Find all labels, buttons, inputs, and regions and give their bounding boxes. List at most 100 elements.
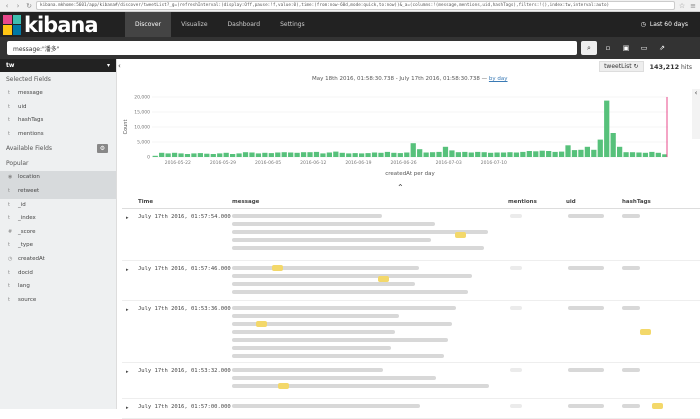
bar[interactable] xyxy=(404,152,410,158)
bar[interactable] xyxy=(320,153,326,157)
time-picker[interactable]: ◷ Last 60 days xyxy=(641,12,688,37)
table-row[interactable]: ▸ July 17th 2016, 01:53:36.000 xyxy=(122,301,700,363)
forward-icon[interactable]: › xyxy=(14,2,22,10)
bar[interactable] xyxy=(565,145,571,157)
bar[interactable] xyxy=(462,151,468,157)
chevron-up-icon[interactable]: ⌃ xyxy=(397,183,404,192)
field-score[interactable]: # _score xyxy=(0,226,116,240)
bar[interactable] xyxy=(449,150,455,157)
bar[interactable] xyxy=(365,153,371,157)
column-header[interactable]: Time xyxy=(134,199,228,205)
table-row[interactable]: ▸ July 17th 2016, 01:53:32.000 xyxy=(122,363,700,399)
bar[interactable] xyxy=(326,152,332,158)
expand-row-icon[interactable]: ▸ xyxy=(126,405,129,411)
table-row[interactable]: ▸ July 17th 2016, 01:57:46.000 xyxy=(122,261,700,301)
field-id[interactable]: t _id xyxy=(0,199,116,213)
search-input[interactable] xyxy=(7,41,577,55)
bar[interactable] xyxy=(552,151,558,157)
bar[interactable] xyxy=(526,151,532,157)
bar[interactable] xyxy=(300,152,307,157)
bar[interactable] xyxy=(500,152,507,158)
bar[interactable] xyxy=(623,152,629,157)
bar[interactable] xyxy=(558,151,565,157)
field-uid[interactable]: t uid xyxy=(0,101,116,115)
bar[interactable] xyxy=(604,100,610,157)
bar[interactable] xyxy=(352,153,358,157)
search-button[interactable]: ⌕ xyxy=(581,41,597,55)
interval-link[interactable]: by day xyxy=(489,76,508,82)
bar[interactable] xyxy=(578,149,584,157)
back-icon[interactable]: ‹ xyxy=(3,2,11,10)
bar[interactable] xyxy=(429,152,436,157)
bar[interactable] xyxy=(468,152,474,158)
bar[interactable] xyxy=(210,154,216,157)
collapse-sidebar-icon[interactable]: ‹ xyxy=(118,62,121,70)
field-index[interactable]: t _index xyxy=(0,212,116,226)
bar[interactable] xyxy=(242,152,249,157)
bar[interactable] xyxy=(481,152,487,157)
bar[interactable] xyxy=(378,152,384,157)
bar[interactable] xyxy=(397,153,403,157)
bar[interactable] xyxy=(359,153,365,157)
bar[interactable] xyxy=(507,152,513,157)
bar[interactable] xyxy=(178,153,184,157)
bar[interactable] xyxy=(571,150,578,157)
bar[interactable] xyxy=(217,153,223,157)
bar[interactable] xyxy=(442,146,449,157)
bar[interactable] xyxy=(171,152,178,157)
bar[interactable] xyxy=(191,153,197,157)
saved-search-title[interactable]: tweetList ↻ xyxy=(599,61,644,72)
field-type[interactable]: t _type xyxy=(0,239,116,253)
bar[interactable] xyxy=(494,152,500,158)
bar[interactable] xyxy=(649,151,655,157)
expand-row-icon[interactable]: ▸ xyxy=(126,267,129,273)
bar[interactable] xyxy=(197,153,203,157)
bar[interactable] xyxy=(262,152,268,157)
open-search-icon[interactable]: ▭ xyxy=(637,41,651,55)
bar[interactable] xyxy=(436,151,442,157)
bar[interactable] xyxy=(255,153,262,157)
column-header[interactable]: mentions xyxy=(504,199,562,205)
expand-row-icon[interactable]: ▸ xyxy=(126,369,129,375)
tab-settings[interactable]: Settings xyxy=(270,12,315,37)
bar[interactable] xyxy=(371,152,378,158)
bar[interactable] xyxy=(294,152,300,157)
bar[interactable] xyxy=(539,150,545,157)
url-bar[interactable]: kibana.mkhome:5601/app/kibana#/discover/… xyxy=(36,1,675,10)
bar[interactable] xyxy=(455,152,461,157)
bar[interactable] xyxy=(384,151,391,157)
field-message[interactable]: t message xyxy=(0,87,116,101)
bar[interactable] xyxy=(636,152,642,158)
bar[interactable] xyxy=(410,143,416,157)
bar[interactable] xyxy=(307,152,313,157)
bar[interactable] xyxy=(475,151,481,157)
bar[interactable] xyxy=(346,153,352,157)
bar[interactable] xyxy=(165,153,171,157)
new-search-icon[interactable]: ▫ xyxy=(601,41,615,55)
column-header[interactable]: uid xyxy=(562,199,618,205)
bar[interactable] xyxy=(610,133,616,157)
bar[interactable] xyxy=(597,139,603,157)
bar[interactable] xyxy=(629,152,636,157)
bar[interactable] xyxy=(520,151,526,157)
column-header[interactable]: message xyxy=(228,199,504,205)
bar[interactable] xyxy=(513,152,520,158)
menu-icon[interactable]: ≡ xyxy=(689,2,697,10)
bar[interactable] xyxy=(159,152,165,157)
bar[interactable] xyxy=(333,151,339,157)
bar[interactable] xyxy=(236,153,242,157)
bar[interactable] xyxy=(423,152,429,158)
bar[interactable] xyxy=(249,152,255,158)
bar[interactable] xyxy=(642,152,649,157)
bar[interactable] xyxy=(152,155,158,157)
expand-row-icon[interactable]: ▸ xyxy=(126,307,129,313)
index-selector[interactable]: tw ▾ xyxy=(0,59,116,72)
field-docid[interactable]: t docid xyxy=(0,267,116,281)
bar[interactable] xyxy=(655,152,661,157)
table-row[interactable]: ▸ July 17th 2016, 01:57:54.000 xyxy=(122,209,700,261)
bar[interactable] xyxy=(488,152,494,157)
field-lang[interactable]: t lang xyxy=(0,280,116,294)
bar[interactable] xyxy=(546,151,552,157)
refresh-icon[interactable]: ↻ xyxy=(633,63,638,70)
star-icon[interactable]: ☆ xyxy=(678,2,686,10)
